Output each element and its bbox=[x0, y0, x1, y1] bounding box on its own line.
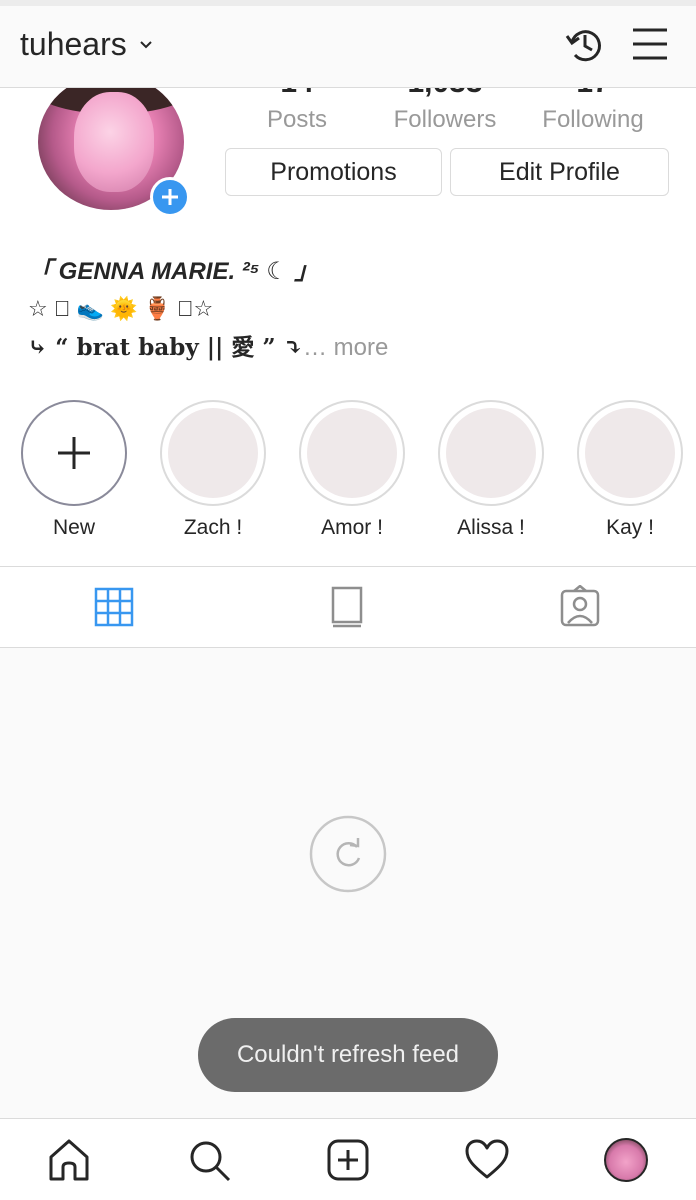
bio-line: ☆ ⃝ 👟 🌞 🏺 ⃝☆ bbox=[28, 296, 214, 321]
feed-icon[interactable] bbox=[325, 585, 369, 629]
highlight-label: Kay ! bbox=[606, 516, 654, 539]
highlight-label: Alissa ! bbox=[457, 516, 525, 539]
stat-value: 17 bbox=[518, 88, 668, 100]
stat-label: Posts bbox=[266, 106, 328, 133]
error-toast: Couldn't refresh feed bbox=[198, 1018, 498, 1092]
bio-text: ⤷ “ brat baby || 愛 ” ⤵ bbox=[28, 334, 303, 361]
status-strip bbox=[0, 0, 696, 6]
avatar-face-shape bbox=[74, 92, 154, 192]
add-story-button[interactable] bbox=[150, 177, 190, 217]
chevron-down-icon bbox=[140, 40, 152, 48]
highlight-cover bbox=[585, 408, 675, 498]
home-icon[interactable] bbox=[46, 1137, 92, 1183]
highlight-cover bbox=[168, 408, 258, 498]
highlight-cover bbox=[446, 408, 536, 498]
stat-value: 14 bbox=[222, 88, 372, 100]
promotions-button[interactable]: Promotions bbox=[225, 148, 442, 196]
bio-more-link[interactable]: … more bbox=[303, 334, 388, 361]
search-icon[interactable] bbox=[186, 1137, 232, 1183]
profile-header: 14 Posts 1,033 Followers 17 Following Pr… bbox=[0, 88, 696, 566]
username-label: tuhears bbox=[20, 26, 127, 62]
refresh-icon[interactable] bbox=[309, 815, 387, 893]
profile-bio: 「 GENNA MARIE. ²⁵ ☾ 」 ☆ ⃝ 👟 🌞 🏺 ⃝☆ ⤷ “ b… bbox=[28, 254, 668, 368]
profile-tab-avatar[interactable] bbox=[604, 1138, 648, 1182]
highlight-ring bbox=[21, 400, 127, 506]
bio-name: 「 GENNA MARIE. ²⁵ ☾ 」 bbox=[28, 258, 319, 285]
highlight-label: New bbox=[52, 516, 95, 539]
highlight-ring bbox=[438, 400, 544, 506]
stat-label: Followers bbox=[393, 106, 497, 133]
highlight-ring bbox=[577, 400, 683, 506]
plus-icon bbox=[162, 189, 178, 205]
bio-line: ⤷ “ brat baby || 愛 ” ⤵… more bbox=[28, 328, 668, 368]
account-switcher[interactable]: tuhears bbox=[20, 26, 153, 63]
highlight-ring bbox=[160, 400, 266, 506]
highlight-ring bbox=[299, 400, 405, 506]
history-icon[interactable] bbox=[562, 22, 608, 68]
story-highlights: New Zach ! Amor ! Alissa ! Kay ! bbox=[0, 400, 696, 550]
highlight-cover bbox=[307, 408, 397, 498]
stat-value: 1,033 bbox=[370, 88, 520, 100]
top-bar: tuhears bbox=[0, 0, 696, 88]
highlight-label: Zach ! bbox=[183, 516, 243, 539]
stat-label: Following bbox=[542, 106, 644, 133]
profile-stats: 14 Posts 1,033 Followers 17 Following bbox=[222, 88, 672, 144]
menu-icon[interactable] bbox=[630, 26, 670, 62]
grid-icon[interactable] bbox=[92, 585, 136, 629]
bottom-nav bbox=[0, 1118, 696, 1200]
tagged-icon[interactable] bbox=[558, 585, 602, 629]
profile-tabs bbox=[0, 566, 696, 648]
plus-icon bbox=[58, 437, 90, 469]
new-post-icon[interactable] bbox=[325, 1137, 371, 1183]
highlight-label: Amor ! bbox=[321, 516, 383, 539]
activity-icon[interactable] bbox=[464, 1137, 510, 1183]
edit-profile-button[interactable]: Edit Profile bbox=[450, 148, 669, 196]
